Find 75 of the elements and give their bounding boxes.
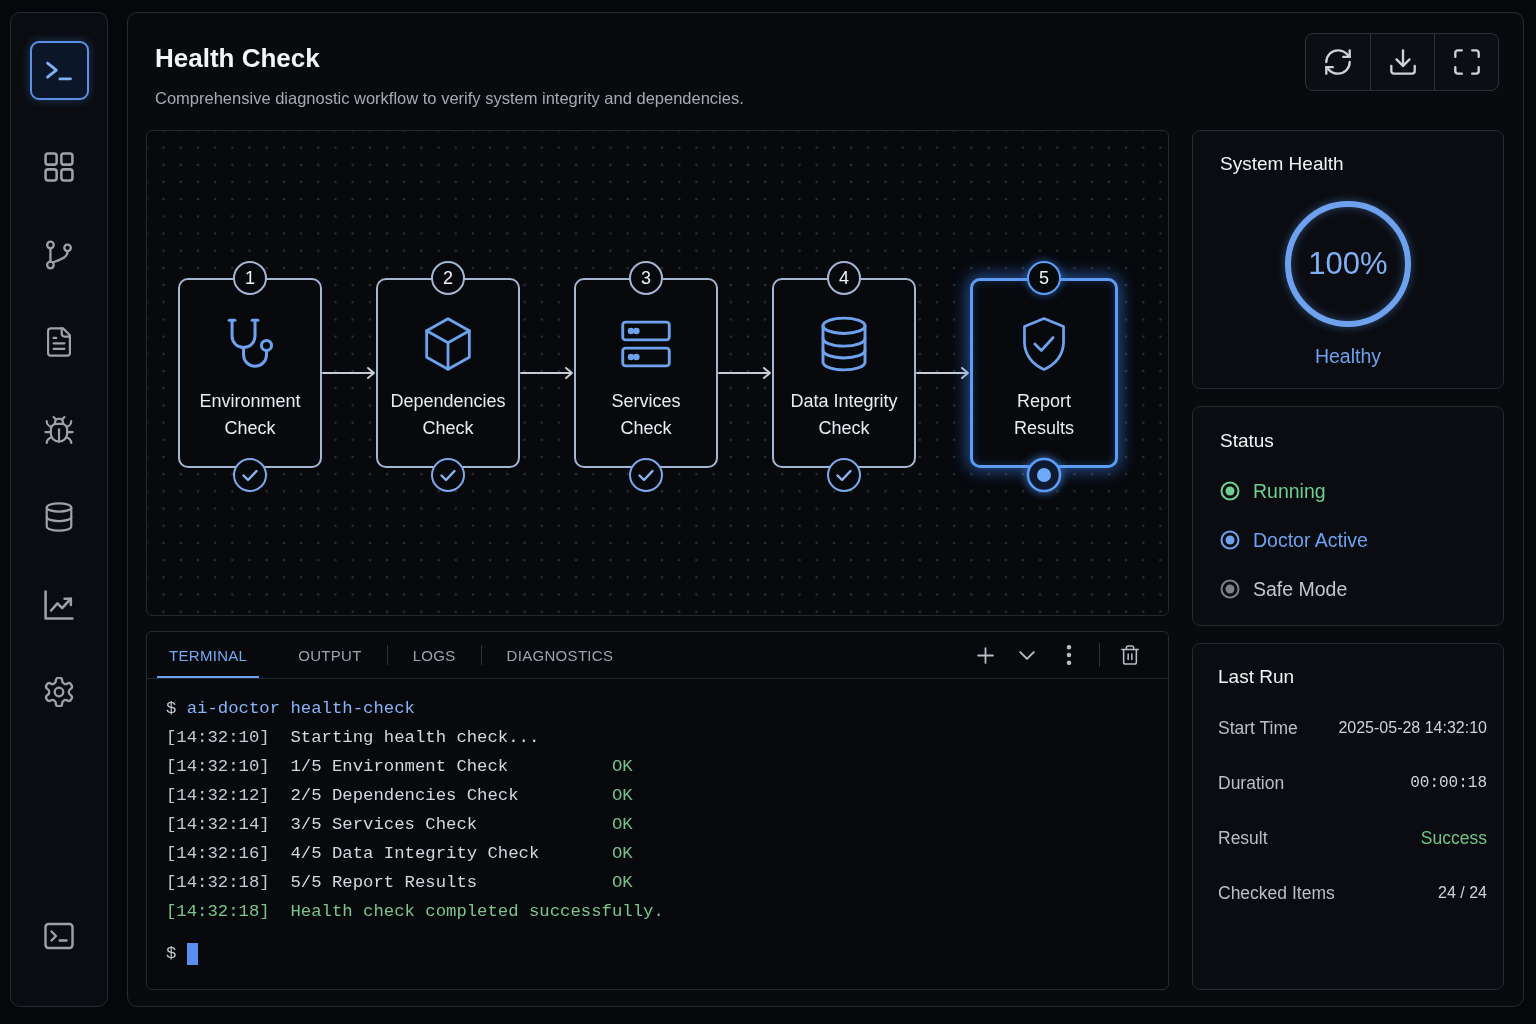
run-label: Start Time	[1218, 717, 1298, 739]
terminal-tab[interactable]: TERMINAL	[157, 632, 260, 678]
status-label: Doctor Active	[1253, 528, 1368, 552]
arrow-connector	[718, 366, 772, 380]
bug-icon	[44, 414, 74, 445]
step-label: Data Integrity Check	[790, 390, 898, 440]
status-label: Safe Mode	[1253, 577, 1348, 601]
cursor-icon	[186, 942, 198, 965]
arrow-connector	[322, 366, 376, 380]
arrow-connector	[916, 366, 970, 380]
trash-icon	[1120, 645, 1140, 665]
run-label: Checked Items	[1218, 882, 1335, 904]
step-label: Report Results	[1014, 390, 1074, 440]
run-label: Duration	[1218, 772, 1285, 794]
run-value: Success	[1420, 827, 1487, 849]
settings-icon	[44, 677, 74, 707]
card-title: System Health	[1220, 152, 1344, 176]
log-status: OK	[611, 756, 633, 778]
nav-button[interactable]	[29, 41, 89, 100]
prompt-symbol: $	[166, 943, 177, 965]
prompt-symbol: $	[166, 698, 177, 720]
download-icon	[1389, 49, 1416, 75]
step-label: Services Check	[611, 390, 681, 440]
terminal-tab[interactable]: LOGS	[400, 632, 468, 678]
card-title: Status	[1220, 429, 1275, 453]
status-label: Running	[1253, 479, 1326, 503]
log-message: 1/5 Environment Check	[290, 756, 510, 778]
log-message: 5/5 Report Results	[290, 872, 479, 894]
health-label: Healthy	[1314, 344, 1382, 368]
terminal-icon	[44, 920, 74, 951]
log-timestamp: [14:32:10]	[166, 727, 270, 749]
document-icon	[44, 327, 74, 357]
run-value: 24 / 24	[1438, 884, 1487, 902]
grid-icon	[44, 152, 74, 182]
run-value: 00:00:18	[1410, 774, 1487, 792]
run-label: Result	[1218, 827, 1268, 849]
chevron-down-icon	[1019, 650, 1035, 660]
branch-icon	[44, 239, 74, 270]
database-icon	[44, 502, 74, 532]
log-timestamp: [14:32:16]	[166, 843, 270, 865]
log-message: 3/5 Services Check	[290, 814, 479, 836]
page-subtitle: Comprehensive diagnostic workflow to verify system integrity and dependencies.	[155, 88, 744, 109]
log-status: OK	[611, 872, 633, 894]
line-chart-icon	[44, 589, 74, 620]
log-timestamp: [14:32:12]	[166, 785, 270, 807]
log-timestamp: [14:32:18]	[166, 872, 270, 894]
fullscreen-icon	[1453, 49, 1480, 75]
log-message: 4/5 Data Integrity Check	[290, 843, 541, 865]
plus-icon	[976, 646, 994, 664]
run-value: 2025-05-28 14:32:10	[1338, 719, 1487, 737]
command-text: ai-doctor health-check	[186, 698, 415, 720]
log-status: OK	[611, 843, 633, 865]
log-status: OK	[611, 814, 633, 836]
step-label: Environment Check	[199, 390, 301, 440]
terminal-tab[interactable]: OUTPUT	[286, 632, 374, 678]
refresh-icon	[1325, 49, 1351, 75]
log-message: 2/5 Dependencies Check	[290, 785, 520, 807]
log-message: Starting health check...	[290, 727, 540, 749]
step-label: Dependencies Check	[390, 390, 506, 440]
arrow-connector	[520, 366, 574, 380]
step-number: 4	[827, 261, 861, 295]
step-number: 5	[1027, 261, 1061, 295]
more-icon	[1066, 645, 1072, 665]
log-status: OK	[611, 785, 633, 807]
cube-icon	[422, 316, 474, 372]
card-title: Last Run	[1218, 665, 1296, 689]
terminal-tab[interactable]: DIAGNOSTICS	[494, 632, 626, 678]
step-number: 1	[233, 261, 267, 295]
log-message: Health check completed successfully.	[290, 901, 664, 923]
log-timestamp: [14:32:14]	[166, 814, 270, 836]
step-number: 2	[431, 261, 465, 295]
step-number: 3	[629, 261, 663, 295]
log-timestamp: [14:32:18]	[166, 901, 270, 923]
page-title: Health Check	[155, 42, 321, 75]
log-timestamp: [14:32:10]	[166, 756, 270, 778]
